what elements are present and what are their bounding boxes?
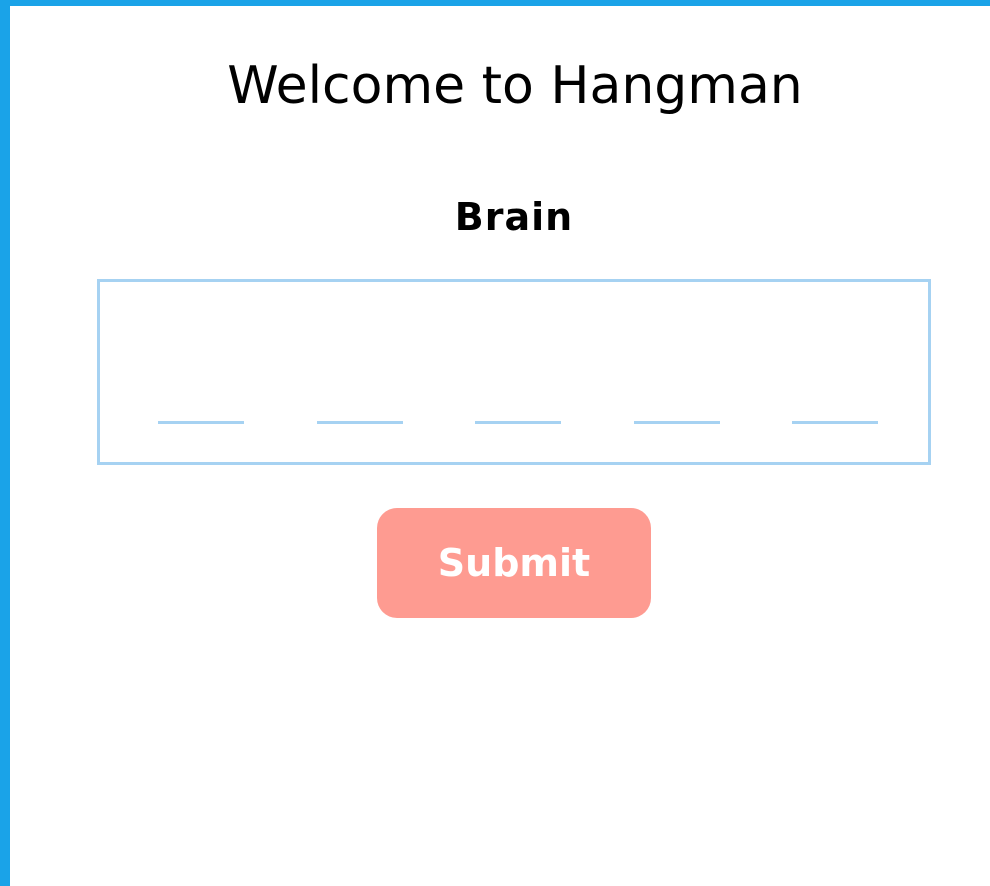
letter-blank-5 <box>792 421 878 424</box>
letter-blank-1 <box>158 421 244 424</box>
letter-blank-3 <box>475 421 561 424</box>
page-title: Welcome to Hangman <box>227 56 803 116</box>
game-frame: Welcome to Hangman Brain Submit <box>0 0 990 886</box>
blank-slots <box>158 421 878 427</box>
word-blanks-box <box>97 279 931 465</box>
hint-word: Brain <box>454 195 574 239</box>
letter-blank-4 <box>633 421 720 424</box>
letter-blank-2 <box>316 421 403 424</box>
submit-button[interactable]: Submit <box>377 508 651 618</box>
